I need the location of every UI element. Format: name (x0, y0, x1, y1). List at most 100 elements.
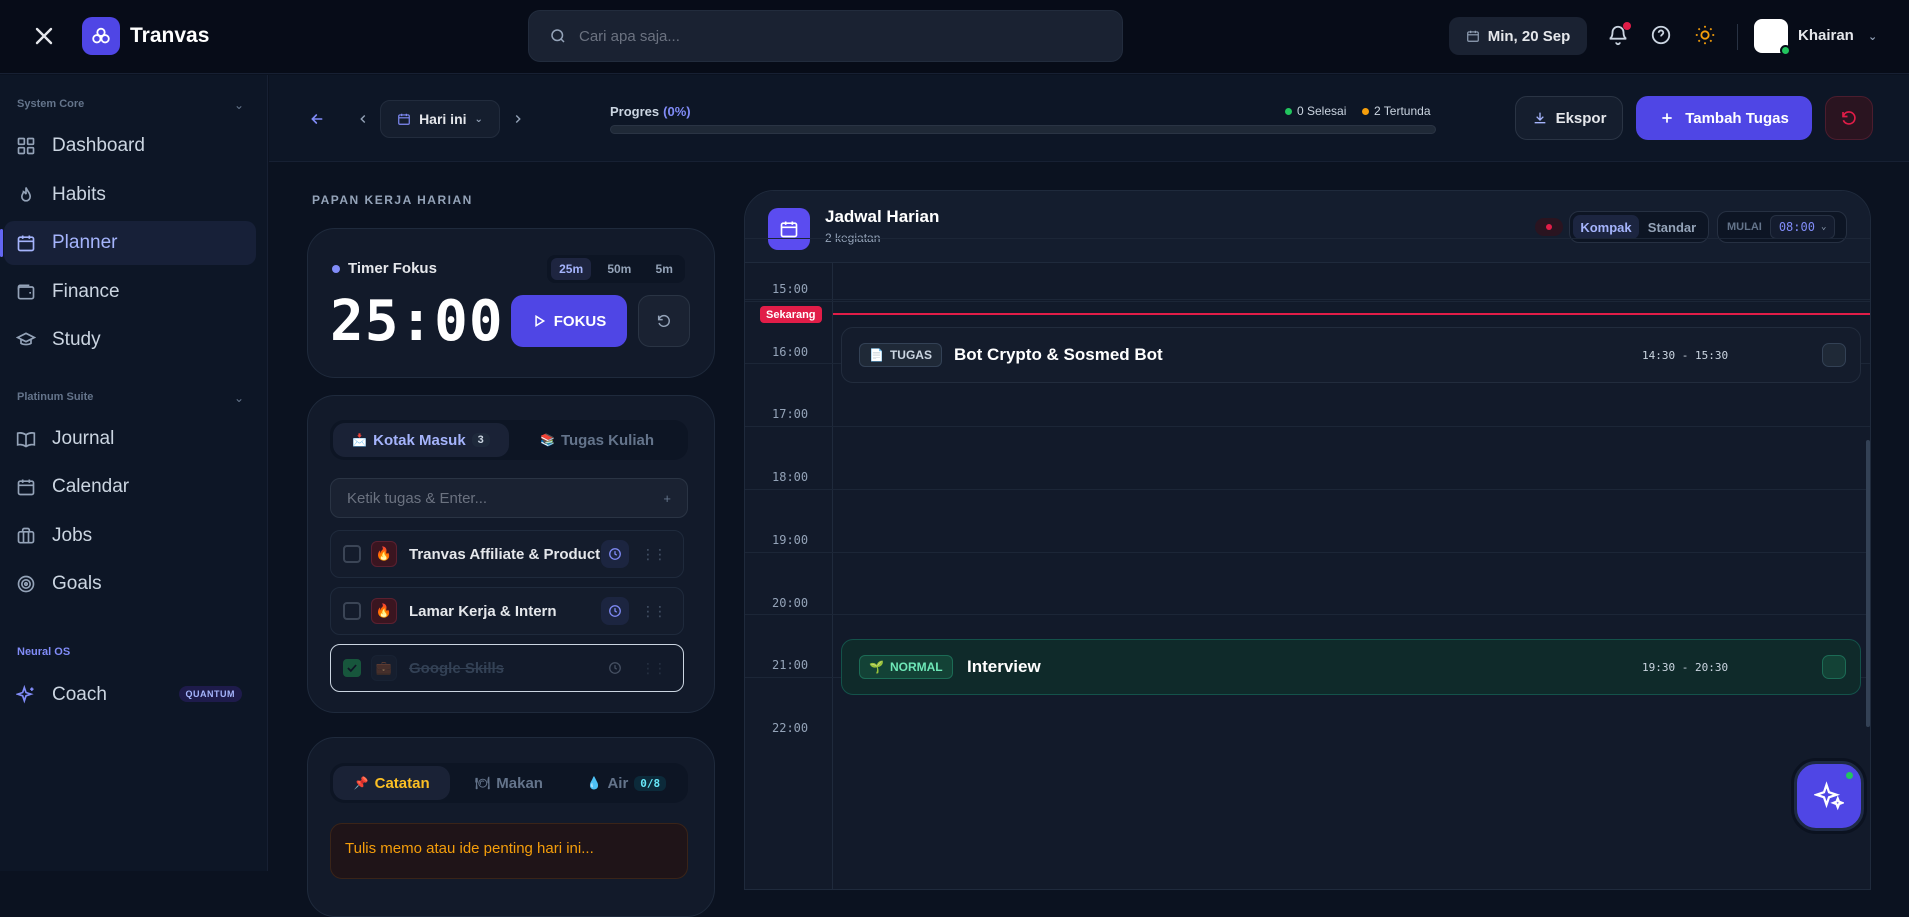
tab-water[interactable]: 💧 Air 0/8 (568, 766, 685, 800)
back-arrow-icon[interactable] (307, 109, 327, 129)
sidebar-item-planner[interactable]: Planner (0, 221, 256, 265)
calendar-icon (398, 113, 410, 125)
timer-reset-button[interactable] (638, 295, 690, 347)
sun-icon[interactable] (1692, 22, 1718, 48)
daily-schedule: Jadwal Harian 2 kegiatan Kompak Standar … (744, 190, 1871, 890)
chevron-down-icon[interactable]: ⌄ (234, 98, 244, 112)
plus-icon[interactable]: + (663, 491, 671, 506)
search-input[interactable] (579, 27, 1079, 45)
record-indicator[interactable] (1535, 218, 1563, 236)
focus-button[interactable]: FOKUS (511, 295, 627, 347)
close-icon[interactable] (30, 24, 58, 52)
schedule-header: Jadwal Harian 2 kegiatan Kompak Standar … (745, 191, 1870, 263)
tab-label: Makan (496, 774, 543, 792)
task-row-completed[interactable]: 💼 Google Skills ⋮⋮ (330, 644, 684, 692)
clock-icon[interactable] (601, 597, 629, 625)
grid-icon (17, 137, 35, 155)
schedule-event[interactable]: 🌱 NORMAL Interview 19:30 - 20:30 (841, 639, 1861, 695)
chevron-down-icon[interactable]: ⌄ (234, 391, 244, 405)
done-legend: 0 Selesai (1285, 104, 1346, 118)
task-checkbox[interactable] (343, 602, 361, 620)
sidebar-item-jobs[interactable]: Jobs (4, 514, 256, 558)
hour-label: 17:00 (772, 407, 809, 422)
start-time-value[interactable]: 08:00 ⌄ (1769, 215, 1836, 239)
help-icon[interactable] (1648, 22, 1674, 48)
sidebar-item-study[interactable]: Study (4, 318, 256, 362)
divider (1737, 24, 1738, 50)
search-bar[interactable] (528, 10, 1123, 62)
event-name: Interview (967, 657, 1041, 676)
hour-line (745, 300, 1870, 302)
event-time: 19:30 - 20:30 (1642, 660, 1729, 674)
day-selector[interactable]: Hari ini ⌄ (380, 100, 500, 138)
sidebar: System Core ⌄ Dashboard Habits Planner F… (0, 75, 268, 871)
hour-label: 22:00 (772, 720, 809, 735)
logo-icon[interactable] (82, 17, 120, 55)
calendar-icon (1466, 30, 1479, 42)
view-compact[interactable]: Kompak (1573, 215, 1639, 239)
task-checkbox[interactable] (343, 545, 361, 563)
section-label-platinum-suite: Platinum Suite (17, 391, 94, 403)
sidebar-item-calendar[interactable]: Calendar (4, 465, 256, 509)
download-icon (1534, 112, 1545, 124)
focus-timer-card: Timer Fokus 25m 50m 5m 25:00 FOKUS (307, 228, 715, 378)
drag-handle-icon[interactable]: ⋮⋮ (641, 546, 667, 563)
task-row[interactable]: 🔥 Tranvas Affiliate & Product Hunt ⋮⋮ (330, 530, 684, 578)
sidebar-item-dashboard[interactable]: Dashboard (4, 124, 256, 168)
task-checkbox-checked[interactable] (343, 659, 361, 677)
duration-25m[interactable]: 25m (551, 258, 592, 280)
bell-icon[interactable] (1605, 22, 1631, 48)
timer-title: Timer Fokus (332, 260, 437, 277)
sidebar-item-coach[interactable]: Coach QUANTUM (4, 673, 256, 717)
date-button[interactable]: Min, 20 Sep (1449, 17, 1587, 55)
quantum-badge: QUANTUM (178, 686, 242, 702)
tab-coursework[interactable]: 📚 Tugas Kuliah (509, 423, 685, 457)
chevron-right-icon[interactable] (508, 109, 528, 129)
task-row[interactable]: 🔥 Lamar Kerja & Intern ⋮⋮ (330, 587, 684, 635)
duration-50m[interactable]: 50m (599, 258, 639, 280)
sidebar-item-journal[interactable]: Journal (4, 417, 256, 461)
rotate-ccw-icon (1842, 111, 1856, 125)
sidebar-item-label: Habits (52, 184, 106, 205)
ai-assistant-button[interactable] (1794, 761, 1864, 831)
clock-icon[interactable] (601, 654, 629, 682)
tab-label: Kotak Masuk (373, 431, 466, 449)
event-tag: 📄 TUGAS (859, 343, 942, 367)
view-standard[interactable]: Standar (1639, 215, 1705, 239)
tab-notes[interactable]: 📌 Catatan (333, 766, 451, 800)
online-status-dot (1844, 770, 1855, 781)
duration-5m[interactable]: 5m (648, 258, 681, 280)
event-checkbox[interactable] (1822, 655, 1846, 679)
sidebar-item-label: Journal (52, 428, 115, 449)
tab-inbox[interactable]: 📩 Kotak Masuk 3 (333, 423, 509, 457)
event-tag-label: NORMAL (889, 660, 943, 674)
task-input-field[interactable]: + (330, 478, 688, 518)
event-time: 14:30 - 15:30 (1642, 348, 1729, 362)
sidebar-item-habits[interactable]: Habits (4, 173, 256, 217)
briefcase-icon: 💼 (371, 655, 397, 681)
tab-label: Tugas Kuliah (560, 431, 654, 449)
start-label: MULAI (1727, 221, 1762, 233)
hour-line (745, 488, 1870, 490)
add-task-button[interactable]: Tambah Tugas (1636, 96, 1812, 140)
drag-handle-icon[interactable]: ⋮⋮ (641, 660, 667, 677)
chevron-down-icon: ⌄ (474, 113, 483, 125)
sidebar-item-finance[interactable]: Finance (4, 270, 256, 314)
tab-meals[interactable]: 🍽 Makan (450, 766, 567, 800)
event-checkbox[interactable] (1822, 343, 1846, 367)
user-menu[interactable]: Khairan ⌄ (1798, 27, 1877, 44)
chevron-left-icon[interactable] (353, 109, 373, 129)
reset-button[interactable] (1825, 96, 1873, 140)
scrollbar[interactable] (1866, 440, 1870, 727)
avatar[interactable] (1754, 19, 1791, 56)
sidebar-item-goals[interactable]: Goals (4, 562, 256, 606)
tab-label: Air (607, 774, 629, 792)
clock-icon[interactable] (601, 540, 629, 568)
schedule-event[interactable]: 📄 TUGAS Bot Crypto & Sosmed Bot 14:30 - 1… (841, 327, 1861, 383)
drag-handle-icon[interactable]: ⋮⋮ (641, 603, 667, 620)
timer-title-text: Timer Fokus (348, 260, 437, 277)
sparkles-icon (1814, 781, 1844, 811)
sparkles-icon (16, 685, 34, 704)
task-input[interactable] (347, 489, 664, 507)
export-button[interactable]: Ekspor (1515, 96, 1623, 140)
